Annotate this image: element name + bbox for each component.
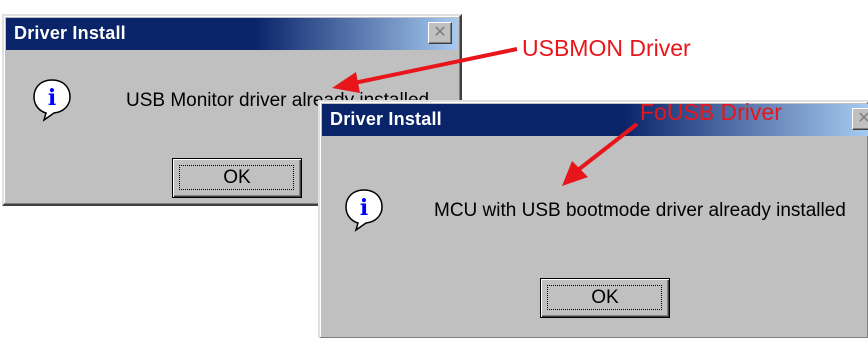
ok-button-label: OK: [591, 287, 619, 308]
ok-button[interactable]: OK: [540, 278, 670, 318]
close-button[interactable]: ✕: [852, 108, 868, 130]
close-icon: ✕: [433, 22, 447, 41]
title-bar[interactable]: Driver Install ✕: [322, 104, 868, 136]
ok-button-label: OK: [223, 167, 251, 188]
driver-install-dialog-fousb: Driver Install ✕ i MCU with USB bootmode…: [318, 100, 868, 338]
title-bar[interactable]: Driver Install ✕: [6, 18, 458, 50]
info-icon: i: [345, 189, 383, 232]
screenshot-stage: Driver Install ✕ i USB Monitor driver al…: [0, 0, 868, 338]
close-icon: ✕: [857, 108, 868, 127]
annotation-usbmon-driver: USBMON Driver: [522, 35, 691, 61]
info-glyph: i: [48, 85, 56, 111]
ok-button[interactable]: OK: [172, 158, 302, 198]
close-button[interactable]: ✕: [428, 22, 452, 44]
dialog-title: Driver Install: [14, 23, 126, 43]
dialog-title: Driver Install: [330, 109, 442, 129]
dialog-message: MCU with USB bootmode driver already ins…: [434, 200, 846, 221]
info-icon: i: [33, 79, 71, 122]
info-glyph: i: [360, 195, 368, 221]
annotation-fousb-driver: FoUSB Driver: [640, 99, 782, 125]
